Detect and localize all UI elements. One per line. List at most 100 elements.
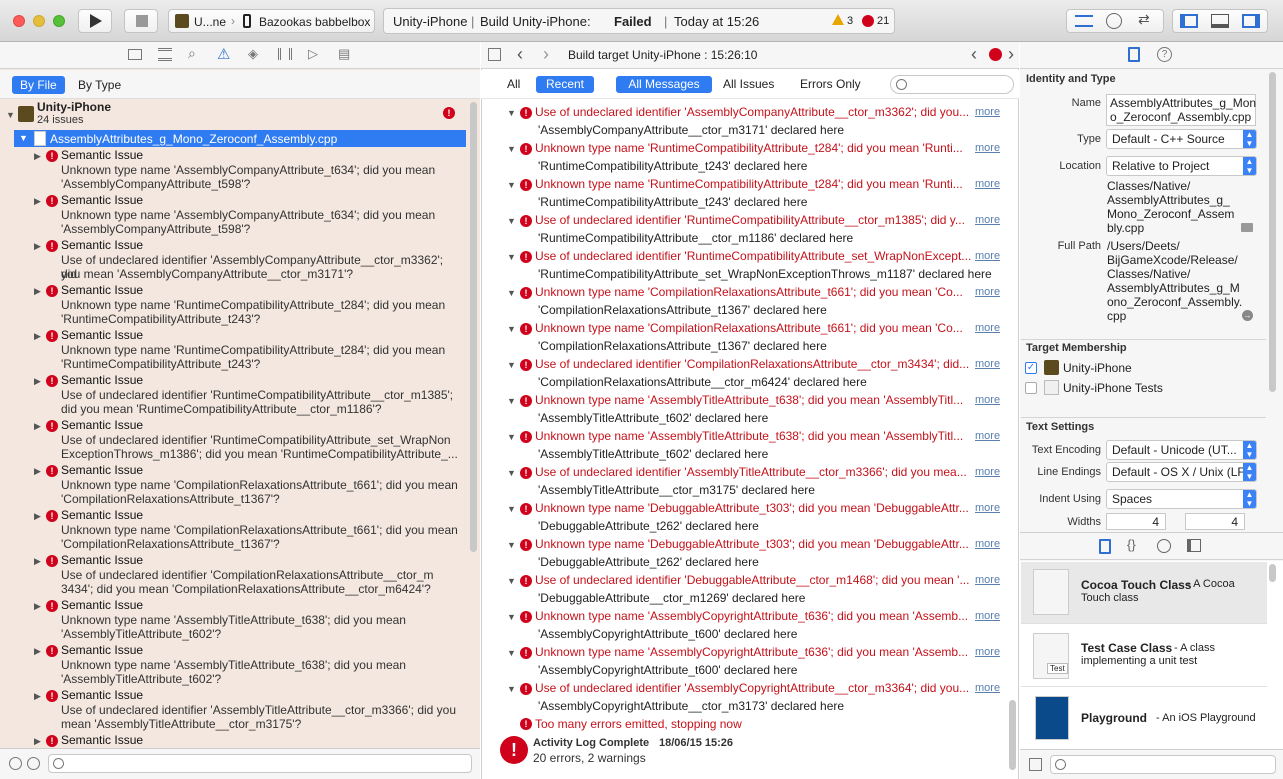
run-button[interactable] [78,9,112,33]
file-inspector-icon[interactable] [1128,47,1140,62]
more-link[interactable]: more [975,682,1000,694]
filter-all-issues-button[interactable]: All Issues [723,77,774,91]
disclosure-triangle-icon[interactable]: ▼ [19,133,28,143]
report-icon[interactable]: ▤ [338,46,350,62]
utilities-toggle-icon[interactable] [1242,14,1260,28]
zoom-window-button[interactable] [53,15,65,27]
more-link[interactable]: more [975,106,1000,118]
debug-gauge-icon[interactable] [278,48,292,60]
forward-arrow-icon[interactable]: › [543,44,549,65]
disclosure-triangle-icon[interactable]: ▼ [507,612,516,622]
file-template-icon[interactable] [1099,539,1111,554]
debug-area-toggle-icon[interactable] [1211,14,1229,28]
by-type-button[interactable]: By Type [70,76,129,94]
disclosure-triangle-icon[interactable]: ▼ [507,108,516,118]
more-link[interactable]: more [975,394,1000,406]
more-link[interactable]: more [975,538,1000,550]
issue-row[interactable]: ▶! Semantic Issue Unknown type name 'Runti… [0,328,466,372]
disclosure-triangle-icon[interactable]: ▶ [34,691,41,702]
disclosure-triangle-icon[interactable]: ▶ [34,151,41,162]
standard-editor-icon[interactable] [1075,15,1093,27]
choose-folder-icon[interactable] [1241,223,1253,232]
issue-row[interactable]: ▶! Semantic Issue Use of undeclared identi… [0,688,466,732]
filter-all-messages-button[interactable]: All Messages [616,76,712,93]
breakpoint-icon[interactable]: ▷ [308,46,318,62]
search-icon[interactable]: ⌕ [188,45,196,62]
more-link[interactable]: more [975,250,1000,262]
related-items-icon[interactable] [488,48,501,61]
activity-viewer[interactable]: Unity-iPhone | Build Unity-iPhone: Faile… [383,8,895,34]
disclosure-triangle-icon[interactable]: ▶ [34,421,41,432]
library-item-test-case-class[interactable]: Test Test Case Class - A class implement… [1021,625,1267,687]
location-popup[interactable]: Relative to Project ▲ ▼ [1106,156,1257,176]
disclosure-triangle-icon[interactable]: ▼ [507,396,516,406]
issue-row[interactable]: ▶! Semantic Issue Unknown type name 'Assem… [0,193,466,237]
more-link[interactable]: more [975,574,1000,586]
more-link[interactable]: more [975,358,1000,370]
name-field[interactable]: AssemblyAttributes_g_Mon o_Zeroconf_Asse… [1106,94,1256,126]
type-popup[interactable]: Default - C++ Source ▲ ▼ [1106,129,1257,149]
disclosure-triangle-icon[interactable]: ▶ [34,241,41,252]
close-window-button[interactable] [13,15,25,27]
quick-help-icon[interactable]: ? [1157,47,1172,62]
disclosure-triangle-icon[interactable]: ▶ [34,601,41,612]
more-link[interactable]: more [975,646,1000,658]
issue-row[interactable]: ▶! Semantic Issue Unknown type name 'Compi… [0,508,466,552]
more-link[interactable]: more [975,430,1000,442]
previous-issue-icon[interactable]: ‹ [971,44,977,65]
issue-row[interactable]: ▶! Semantic Issue Unknown type name 'Runti… [0,283,466,327]
issue-row[interactable]: ▶! Semantic Issue [0,733,466,748]
library-filter-field[interactable] [1050,755,1276,774]
grid-view-icon[interactable] [1029,758,1042,771]
tab-width-field[interactable]: 4 [1106,513,1166,530]
jump-bar-title[interactable]: Build target Unity-iPhone : 15:26:10 [568,48,757,62]
disclosure-triangle-icon[interactable]: ▶ [34,196,41,207]
code-snippet-icon[interactable]: {} [1127,537,1136,552]
disclosure-triangle-icon[interactable]: ▶ [34,736,41,747]
disclosure-triangle-icon[interactable]: ▶ [34,331,41,342]
filter-all-button[interactable]: All [507,77,520,91]
disclosure-triangle-icon[interactable]: ▼ [507,144,516,154]
disclosure-triangle-icon[interactable]: ▼ [507,684,516,694]
target-checkbox-unchecked[interactable] [1025,382,1037,394]
log-search-field[interactable] [890,75,1014,94]
log-scrollbar[interactable] [1009,700,1016,770]
disclosure-triangle-icon[interactable]: ▼ [507,324,516,334]
media-library-icon[interactable] [1187,539,1201,552]
info-circle-icon[interactable] [27,757,40,770]
minimize-window-button[interactable] [33,15,45,27]
scheme-selector[interactable]: U...ne › Bazookas babbelbox [168,9,375,33]
version-editor-icon[interactable]: ⇄ [1138,11,1150,28]
back-arrow-icon[interactable]: ‹ [517,44,523,65]
disclosure-triangle-icon[interactable]: ▼ [507,648,516,658]
more-link[interactable]: more [975,214,1000,226]
filter-recent-button[interactable]: Recent [536,76,594,93]
disclosure-triangle-icon[interactable]: ▼ [507,432,516,442]
library-item-playground[interactable]: Playground - An iOS Playground [1021,688,1267,750]
reveal-arrow-icon[interactable]: → [1242,310,1253,321]
disclosure-triangle-icon[interactable]: ▼ [507,252,516,262]
disclosure-triangle-icon[interactable]: ▼ [507,360,516,370]
issue-row[interactable]: ▶! Semantic Issue Unknown type name 'Compi… [0,463,466,507]
more-link[interactable]: more [975,502,1000,514]
more-link[interactable]: more [975,142,1000,154]
disclosure-triangle-icon[interactable]: ▼ [507,468,516,478]
next-issue-icon[interactable]: › [1008,44,1014,65]
navigator-scrollbar[interactable] [470,102,477,552]
issue-row[interactable]: ▶! Semantic Issue Unknown type name 'Assem… [0,598,466,642]
indent-width-field[interactable]: 4 [1185,513,1245,530]
disclosure-triangle-icon[interactable]: ▶ [34,376,41,387]
line-endings-popup[interactable]: Default - OS X / Unix (LF) ▲ ▼ [1106,462,1257,482]
disclosure-triangle-icon[interactable]: ▶ [34,556,41,567]
stop-button[interactable] [124,9,158,33]
disclosure-triangle-icon[interactable]: ▼ [507,576,516,586]
disclosure-triangle-icon[interactable]: ▼ [507,288,516,298]
more-link[interactable]: more [975,322,1000,334]
library-item-cocoa-touch-class[interactable]: Cocoa Touch Class - A Cocoa Touch class [1021,562,1267,624]
navigator-filter-field[interactable] [48,754,472,773]
file-row-selected[interactable]: ▼ AssemblyAttributes_g_Mono_Zeroconf_Ass… [14,130,466,147]
more-link[interactable]: more [975,466,1000,478]
issue-row[interactable]: ▶! Semantic Issue Unknown type name 'Assem… [0,643,466,687]
more-link[interactable]: more [975,610,1000,622]
disclosure-triangle-icon[interactable]: ▼ [507,504,516,514]
